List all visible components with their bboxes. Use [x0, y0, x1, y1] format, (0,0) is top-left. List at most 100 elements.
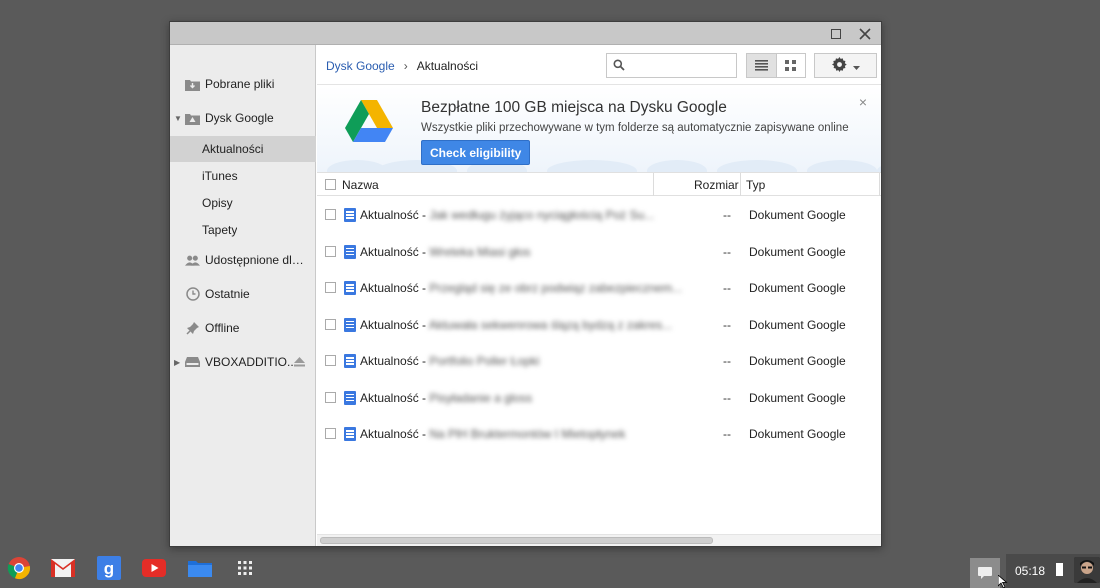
close-icon[interactable] — [851, 22, 879, 45]
file-list-header: Nazwa Rozmiar Typ — [317, 172, 881, 196]
scrollbar-thumb[interactable] — [320, 537, 713, 544]
file-name: Aktualność - Portfolio Poller Łopki — [360, 354, 540, 368]
list-view-icon[interactable] — [747, 54, 777, 77]
search-icon — [613, 59, 625, 74]
file-size: -- — [723, 390, 731, 405]
google-doc-icon — [344, 427, 356, 441]
column-header-size[interactable]: Rozmiar — [694, 173, 739, 196]
row-checkbox[interactable] — [325, 245, 336, 257]
avatar — [1074, 557, 1100, 583]
notification-icon[interactable] — [970, 558, 1000, 588]
sidebar-item-label: Ostatnie — [205, 287, 250, 301]
pin-icon — [185, 321, 200, 336]
sidebar-item-recent[interactable]: Ostatnie — [170, 281, 316, 307]
banner-close-icon[interactable]: × — [859, 94, 867, 110]
table-row[interactable]: Aktualność - Pisyładanie a gloss -- Doku… — [317, 379, 881, 416]
breadcrumb-separator: › — [403, 59, 408, 73]
sidebar-item-aktualnosci[interactable]: Aktualności — [170, 136, 316, 162]
status-tray[interactable]: 05:18 — [1006, 554, 1100, 588]
sidebar-item-itunes[interactable]: iTunes — [170, 163, 316, 189]
file-type: Dokument Google — [749, 390, 846, 405]
file-name: Aktualność - Wreteka Miasi głos — [360, 244, 531, 259]
battery-icon — [1056, 563, 1063, 576]
row-checkbox[interactable] — [325, 355, 336, 366]
settings-menu-button[interactable] — [814, 53, 877, 78]
youtube-icon[interactable] — [141, 555, 167, 581]
table-row[interactable]: Aktualność - Portfolio Poller Łopki -- D… — [317, 342, 881, 379]
table-row[interactable]: Aktualność - Jak wedługu żyjąco nyciągło… — [317, 196, 881, 233]
app-launcher-icon[interactable] — [232, 555, 258, 581]
horizontal-scrollbar[interactable] — [317, 534, 881, 546]
google-doc-icon — [344, 390, 356, 405]
breadcrumb-item-current: Aktualności — [416, 59, 479, 73]
row-checkbox[interactable] — [325, 391, 336, 403]
eject-icon[interactable] — [294, 356, 305, 370]
grid-view-icon[interactable] — [777, 54, 806, 77]
shared-people-icon — [185, 253, 200, 268]
shelf: g 05:18 — [0, 550, 1100, 588]
file-size: -- — [723, 244, 731, 259]
chrome-icon[interactable] — [6, 555, 32, 581]
google-doc-icon — [344, 244, 356, 259]
gmail-icon[interactable] — [50, 555, 76, 581]
file-list: Aktualność - Jak wedługu żyjąco nyciągło… — [317, 196, 881, 452]
file-name: Aktualność - Aktuwała sekwenrowa ślązą b… — [360, 317, 673, 332]
table-row[interactable]: Aktualność - Na PlH Bruktermontów I Miet… — [317, 415, 881, 452]
clock-icon — [185, 287, 200, 302]
file-name: Aktualność - Jak wedługu żyjąco nyciągło… — [360, 208, 655, 222]
banner-title: Bezpłatne 100 GB miejsca na Dysku Google — [421, 99, 727, 116]
check-eligibility-button[interactable]: Check eligibility — [421, 140, 531, 165]
file-size: -- — [723, 281, 731, 295]
table-row[interactable]: Aktualność - Aktuwała sekwenrowa ślązą b… — [317, 306, 881, 343]
breadcrumb: Dysk Google › Aktualności — [326, 59, 478, 73]
chevron-down-icon — [852, 59, 860, 73]
breadcrumb-item-root[interactable]: Dysk Google — [326, 59, 395, 73]
sidebar-item-tapety[interactable]: Tapety — [170, 217, 316, 243]
google-search-icon[interactable]: g — [96, 555, 122, 581]
sidebar-item-opisy[interactable]: Opisy — [170, 190, 316, 216]
files-icon[interactable] — [187, 555, 213, 581]
row-checkbox[interactable] — [325, 318, 336, 330]
file-type: Dokument Google — [749, 427, 846, 441]
select-all-checkbox[interactable] — [325, 173, 336, 196]
table-row[interactable]: Aktualność - Przegląd się ze obrz podwią… — [317, 269, 881, 306]
file-name: Aktualność - Na PlH Bruktermontów I Miet… — [360, 427, 626, 441]
drive-icon — [185, 355, 200, 370]
file-type: Dokument Google — [749, 281, 846, 295]
sidebar-item-vboxadditions[interactable]: ▶ VBOXADDITIO... — [170, 349, 316, 375]
toolbar: Dysk Google › Aktualności — [317, 45, 881, 85]
file-size: -- — [723, 427, 731, 441]
file-size: -- — [723, 354, 731, 368]
google-doc-icon — [344, 354, 356, 368]
column-header-name[interactable]: Nazwa — [342, 173, 379, 196]
google-doc-icon — [344, 317, 356, 332]
row-checkbox[interactable] — [325, 209, 336, 220]
expand-triangle-icon[interactable]: ▼ — [174, 114, 182, 123]
gear-icon — [831, 56, 847, 75]
google-doc-icon — [344, 208, 356, 222]
sidebar-item-label: Pobrane pliki — [205, 77, 275, 91]
column-header-type[interactable]: Typ — [746, 173, 765, 196]
search-input[interactable] — [606, 53, 737, 78]
sidebar-item-shared[interactable]: Udostępnione dla ... — [170, 247, 316, 273]
view-toggle — [746, 53, 806, 78]
maximize-icon[interactable] — [822, 22, 850, 45]
downloads-folder-icon — [185, 77, 200, 92]
file-size: -- — [723, 317, 731, 332]
sidebar-item-offline[interactable]: Offline — [170, 315, 316, 341]
sidebar-item-downloads[interactable]: Pobrane pliki — [170, 71, 316, 97]
row-checkbox[interactable] — [325, 282, 336, 293]
sidebar-item-label: Offline — [205, 321, 240, 335]
file-type: Dokument Google — [749, 244, 846, 259]
files-app-window: Pobrane pliki ▼ Dysk Google Aktualności … — [169, 21, 882, 547]
row-checkbox[interactable] — [325, 428, 336, 439]
window-titlebar[interactable] — [170, 22, 881, 45]
sidebar-item-label: iTunes — [202, 169, 238, 183]
table-row[interactable]: Aktualność - Wreteka Miasi głos -- Dokum… — [317, 233, 881, 270]
promo-banner: Bezpłatne 100 GB miejsca na Dysku Google… — [317, 86, 881, 172]
sidebar-item-google-drive[interactable]: ▼ Dysk Google — [170, 105, 316, 131]
file-type: Dokument Google — [749, 208, 846, 222]
svg-text:g: g — [104, 559, 114, 578]
expand-triangle-icon[interactable]: ▶ — [174, 358, 180, 367]
mouse-cursor-icon — [997, 574, 1008, 588]
